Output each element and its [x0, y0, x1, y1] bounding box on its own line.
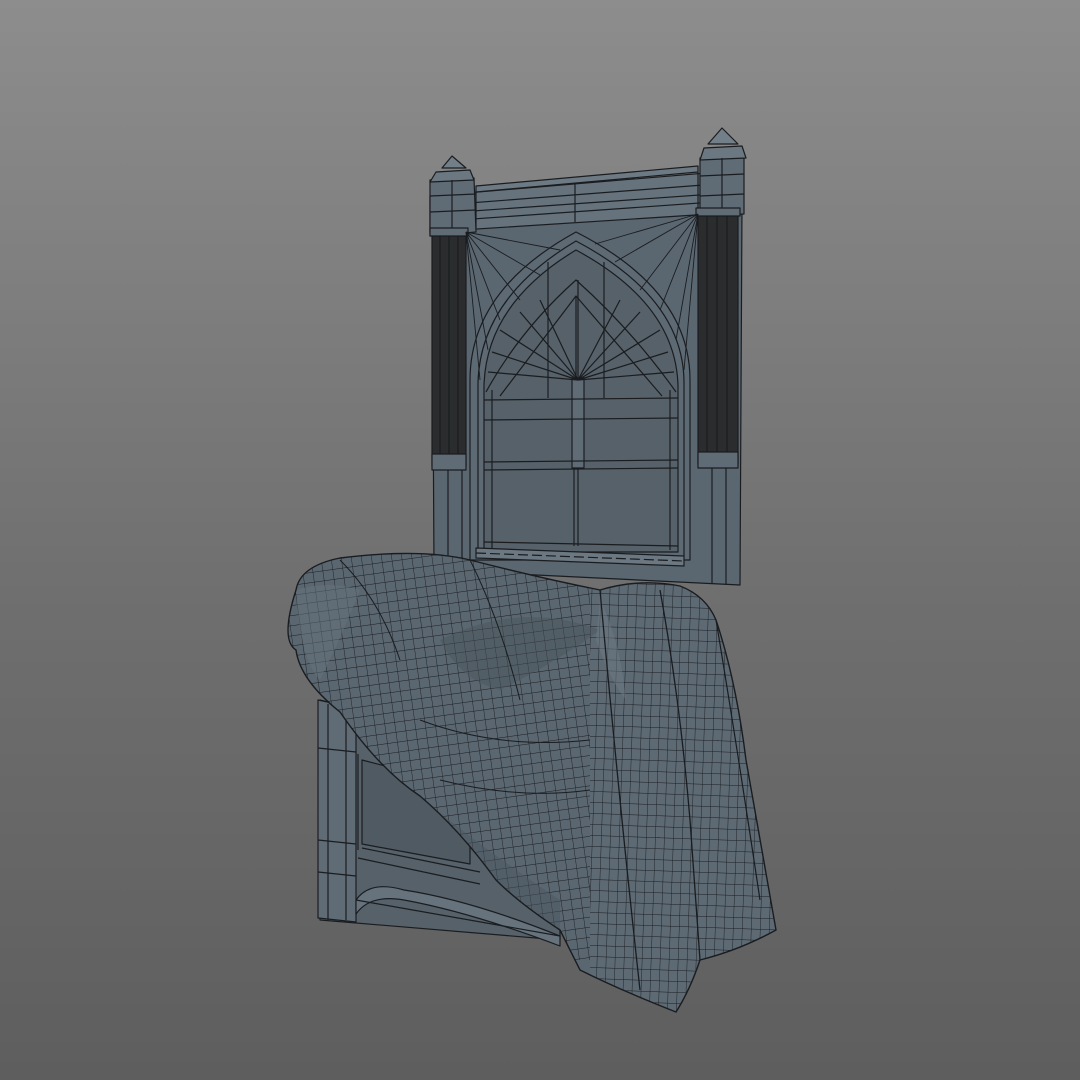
3d-viewport[interactable]: [0, 0, 1080, 1080]
left-column: [429, 227, 469, 471]
right-finial: [699, 127, 747, 217]
chair-back: [429, 127, 747, 586]
left-finial: [429, 155, 477, 237]
base-left-leg: [317, 699, 357, 923]
right-column: [695, 207, 741, 469]
wireframe-scene[interactable]: [0, 0, 1080, 1080]
